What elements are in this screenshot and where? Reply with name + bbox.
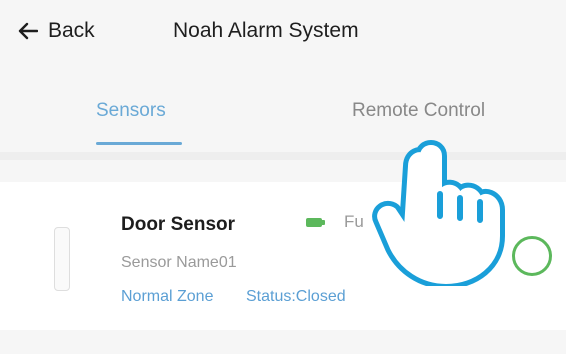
active-tab-indicator — [96, 142, 182, 145]
status-label: Status:Closed — [246, 288, 346, 305]
header: Back Noah Alarm System — [0, 0, 566, 62]
back-button[interactable]: Back — [18, 16, 95, 46]
back-arrow-icon — [18, 21, 38, 41]
pointing-hand-icon — [362, 136, 522, 289]
sensor-name: Door Sensor — [121, 214, 236, 235]
door-sensor-icon — [54, 227, 70, 291]
page-title: Noah Alarm System — [173, 19, 359, 42]
back-label: Back — [48, 19, 95, 42]
tab-remote-control[interactable]: Remote Control — [352, 100, 485, 122]
battery-icon — [306, 218, 322, 227]
tab-sensors[interactable]: Sensors — [96, 100, 166, 122]
sensor-subname: Sensor Name01 — [121, 254, 237, 271]
battery-tip — [322, 220, 325, 225]
zone-label: Normal Zone — [121, 288, 214, 305]
battery-status-text: Fu — [344, 212, 364, 231]
